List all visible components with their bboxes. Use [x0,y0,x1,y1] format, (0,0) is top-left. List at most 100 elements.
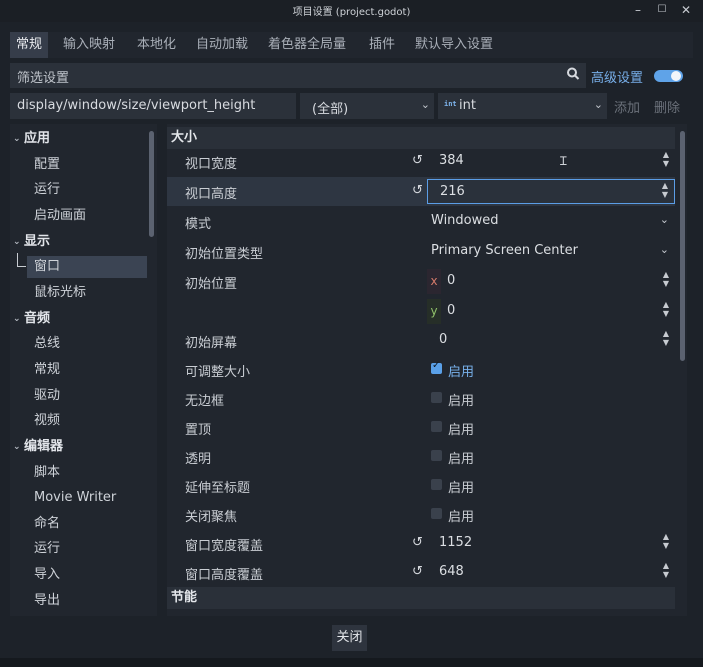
tab-shader-globals[interactable]: 着色器全局量 [262,32,352,58]
tree-item-mouse-cursor[interactable]: 鼠标光标 [10,282,150,304]
transparent-checkbox[interactable]: 启用 [427,444,675,469]
section-header-size: 大小 [167,127,675,149]
tab-input-map[interactable]: 输入映射 [57,32,121,58]
advanced-settings-label: 高级设置 [591,71,644,86]
spinner-arrows-icon: ▲ ▼ [662,561,669,579]
expand-arrow-icon: ⌄ [13,237,21,247]
revert-icon[interactable]: ↺ [412,535,423,550]
spinner-arrows-icon: ▲ ▼ [661,181,668,199]
expand-arrow-icon: ⌄ [13,442,21,452]
borderless-checkbox[interactable]: 启用 [427,386,675,411]
tab-general[interactable]: 常规 [10,32,49,58]
revert-icon[interactable]: ↺ [412,183,423,198]
tree-item-movie-writer[interactable]: Movie Writer [10,487,150,509]
tree-item-script[interactable]: 脚本 [10,462,150,484]
revert-icon[interactable]: ↺ [412,153,423,168]
delete-button[interactable]: 删除 [654,97,680,116]
tab-import-defaults[interactable]: 默认导入设置 [409,32,499,58]
tab-plugins[interactable]: 插件 [363,32,401,58]
always-on-top-checkbox[interactable]: 启用 [427,415,675,440]
tree-category-editor[interactable]: ⌄ 编辑器 [10,436,150,458]
type-select[interactable]: int int ⌄ [438,93,607,119]
category-tree: ⌄ 应用 配置 运行 启动画面 ⌄ 显示 窗口 鼠标光标 ⌄ 音频 总线 常规 驱动 … [10,124,157,616]
chevron-down-icon: ⌄ [593,98,603,111]
mode-select[interactable]: Windowed ⌄ [427,209,675,234]
tree-item-naming[interactable]: 命名 [10,513,150,535]
close-button[interactable]: 关闭 [332,625,367,651]
setting-row-window-width-override: 窗口宽度覆盖 ↺ 1152 ▲ ▼ [167,529,675,558]
window-width-override-spinbox[interactable]: 1152 ▲ ▼ [427,531,675,556]
spinner-arrows-icon: ▲ ▼ [662,270,669,288]
spinner-arrows-icon: ▲ ▼ [662,300,669,318]
tab-bar: 常规 输入映射 本地化 自动加载 着色器全局量 插件 默认导入设置 [10,32,693,58]
bottom-edge [0,658,703,667]
tree-category-audio[interactable]: ⌄ 音频 [10,308,150,330]
tab-localization[interactable]: 本地化 [131,32,182,58]
setting-row-viewport-width: 视口宽度 ↺ 384 ▲ ▼ Ɪ [167,147,675,176]
setting-row-no-focus: 关闭聚焦 启用 [167,500,675,529]
settings-scrollbar[interactable] [680,131,685,361]
int-type-icon: int [444,100,457,108]
viewport-height-spinbox[interactable]: 216 ▲ ▼ [427,179,675,204]
chevron-down-icon: ⌄ [659,213,669,226]
tree-item-export[interactable]: 导出 [10,590,150,612]
initial-position-y-spinbox[interactable]: y 0 ▲ ▼ [427,299,675,324]
initial-screen-spinbox[interactable]: 0 ▲ ▼ [427,328,675,353]
expand-arrow-icon: ⌄ [13,314,21,324]
y-axis-label: y [427,299,441,324]
initial-position-x-spinbox[interactable]: x 0 ▲ ▼ [427,269,675,294]
tree-item-run-editor[interactable]: 运行 [10,538,150,560]
tree-item-config[interactable]: 配置 [10,154,150,176]
expand-arrow-icon: ⌄ [13,134,21,144]
type-value: int [459,98,476,113]
setting-row-initial-position-x: 初始位置 x 0 ▲ ▼ [167,267,675,296]
filter-placeholder: 筛选设置 [17,71,70,86]
close-window-button[interactable]: ✕ [678,2,694,18]
checkbox-checked-icon [431,360,442,374]
filter-settings-input[interactable]: 筛选设置 [10,63,586,88]
initial-position-type-select[interactable]: Primary Screen Center ⌄ [427,239,675,264]
scope-value: (全部) [312,102,349,117]
window-height-override-spinbox[interactable]: 648 ▲ ▼ [427,560,675,585]
spinner-arrows-icon: ▲ ▼ [662,532,669,550]
resizable-checkbox[interactable]: 启用 [427,357,675,382]
extend-to-title-checkbox[interactable]: 启用 [427,473,675,498]
tree-scrollbar[interactable] [149,131,154,237]
advanced-settings-toggle[interactable] [654,70,683,82]
settings-panel: 大小 视口宽度 ↺ 384 ▲ ▼ Ɪ 视口高度 ↺ 216 ▲ ▼ 模式 Wind… [167,124,687,616]
revert-icon[interactable]: ↺ [412,564,423,579]
section-header-energy-saving: 节能 [167,587,675,609]
text-cursor-icon: Ɪ [560,154,567,168]
setting-row-resizable: 可调整大小 启用 [167,355,675,384]
tree-item-run[interactable]: 运行 [10,179,150,201]
checkbox-icon [431,450,442,461]
tree-item-driver[interactable]: 驱动 [10,385,150,407]
tree-connector [17,253,26,267]
setting-row-mode: 模式 Windowed ⌄ [167,207,675,236]
tree-category-display[interactable]: ⌄ 显示 [10,231,150,253]
add-button[interactable]: 添加 [614,97,640,116]
spinner-arrows-icon: ▲ ▼ [662,329,669,347]
setting-row-extend-to-title: 延伸至标题 启用 [167,471,675,500]
tree-item-import[interactable]: 导入 [10,564,150,586]
window-title: 项目设置 (project.godot) [292,7,411,18]
tree-item-window[interactable]: 窗口 [17,253,147,278]
minimize-button[interactable]: – [630,2,646,18]
tab-autoload[interactable]: 自动加载 [190,32,254,58]
property-path-input[interactable]: display/window/size/viewport_height [10,93,296,119]
setting-row-window-height-override: 窗口高度覆盖 ↺ 648 ▲ ▼ [167,558,675,587]
tree-item-video[interactable]: 视频 [10,410,150,432]
tree-item-boot-splash[interactable]: 启动画面 [10,205,150,227]
tree-item-buses[interactable]: 总线 [10,333,150,355]
tree-item-general[interactable]: 常规 [10,359,150,381]
no-focus-checkbox[interactable]: 启用 [427,502,675,527]
setting-row-initial-position-y: y 0 ▲ ▼ [167,297,675,326]
title-bar: 项目设置 (project.godot) – ☐ ✕ [0,0,703,22]
tree-category-application[interactable]: ⌄ 应用 [10,128,150,150]
setting-row-always-on-top: 置顶 启用 [167,413,675,442]
scope-select[interactable]: (全部) ⌄ [300,93,434,119]
toggle-knob [671,71,681,81]
viewport-width-spinbox[interactable]: 384 ▲ ▼ Ɪ [427,149,675,174]
maximize-button[interactable]: ☐ [654,2,670,18]
checkbox-icon [431,392,442,403]
